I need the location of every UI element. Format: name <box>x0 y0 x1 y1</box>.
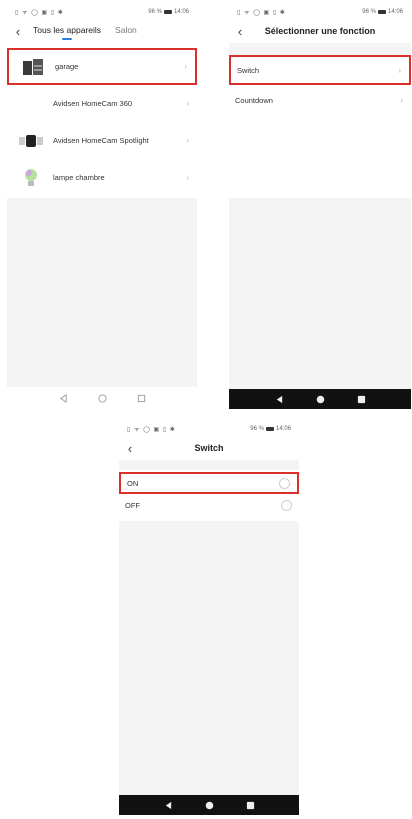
battery-icon <box>377 9 386 14</box>
function-row-countdown[interactable]: Countdown › <box>229 85 411 115</box>
system-nav-bar <box>229 389 411 409</box>
header: ‹ Switch <box>119 436 299 460</box>
option-row-off[interactable]: OFF <box>119 494 299 516</box>
option-row-on[interactable]: ON <box>119 472 299 494</box>
header: ‹ Sélectionner une fonction <box>229 19 411 43</box>
device-row-homecam-spotlight[interactable]: Avidsen HomeCam Spotlight › <box>7 122 197 159</box>
nav-recents-icon[interactable] <box>357 395 366 404</box>
switch-screen: ▯ ᯤ ◯ ▣ ▯ ✱ 96 % 14:06 ‹ Switch ON OFF <box>119 421 299 815</box>
option-name: OFF <box>125 500 140 510</box>
device-row-garage[interactable]: garage › <box>7 48 197 85</box>
option-name: ON <box>127 478 139 488</box>
function-row-switch[interactable]: Switch › <box>229 55 411 85</box>
battery-icon <box>163 9 172 14</box>
chevron-right-icon: › <box>186 173 189 182</box>
empty-area <box>229 198 411 389</box>
spacer <box>229 43 411 55</box>
chevron-right-icon: › <box>184 62 187 71</box>
tab-bar: Tous les appareils Salon <box>33 25 137 40</box>
nav-recents-icon[interactable] <box>246 801 255 810</box>
status-icons: ▯ ᯤ ◯ ▣ ▯ ✱ <box>127 426 176 433</box>
radio-button[interactable] <box>279 477 290 489</box>
chevron-right-icon: › <box>400 95 403 105</box>
device-name: garage <box>55 62 79 71</box>
nav-back-icon[interactable] <box>164 801 173 810</box>
nav-back-icon[interactable] <box>275 395 284 404</box>
status-icons: ▯ ᯤ ◯ ▣ ▯ ✱ <box>15 9 64 16</box>
status-bar: ▯ ᯤ ◯ ▣ ▯ ✱ 96 % 14:06 <box>229 4 411 19</box>
back-arrow-icon[interactable]: ‹ <box>229 24 251 39</box>
chevron-right-icon: › <box>186 99 189 108</box>
status-icons: ▯ ᯤ ◯ ▣ ▯ ✱ <box>237 9 286 16</box>
back-arrow-icon[interactable]: ‹ <box>7 24 29 39</box>
page-title: Switch <box>194 443 224 453</box>
radio-button[interactable] <box>281 499 292 511</box>
device-name: Avidsen HomeCam Spotlight <box>53 136 149 145</box>
select-function-screen: ▯ ᯤ ◯ ▣ ▯ ✱ 96 % 14:06 ‹ Sélectionner un… <box>229 4 411 409</box>
system-nav-bar <box>7 387 197 409</box>
chevron-right-icon: › <box>186 136 189 145</box>
empty-area <box>119 521 299 795</box>
clock: 14:06 <box>275 425 291 432</box>
nav-recents-icon[interactable] <box>137 394 146 403</box>
lightbulb-icon <box>19 166 43 190</box>
clock: 14:06 <box>173 8 189 15</box>
clock: 14:06 <box>387 8 403 15</box>
nav-home-icon[interactable] <box>97 393 107 403</box>
status-bar: ▯ ᯤ ◯ ▣ ▯ ✱ 96 % 14:06 <box>7 4 197 19</box>
function-name: Switch <box>237 65 260 75</box>
header: ‹ Tous les appareils Salon <box>7 19 197 43</box>
empty-area <box>7 198 197 387</box>
system-nav-bar <box>119 795 299 815</box>
chevron-right-icon: › <box>398 65 401 75</box>
tab-all-devices[interactable]: Tous les appareils <box>33 25 101 40</box>
status-bar: ▯ ᯤ ◯ ▣ ▯ ✱ 96 % 14:06 <box>119 421 299 436</box>
battery-percent: 96 % <box>250 425 264 432</box>
device-row-lampe-chambre[interactable]: lampe chambre › <box>7 159 197 196</box>
battery-percent: 96 % <box>362 8 376 15</box>
function-list: Switch › Countdown › <box>229 55 411 115</box>
device-row-homecam-360[interactable]: Avidsen HomeCam 360 › <box>7 85 197 122</box>
devices-screen: ▯ ᯤ ◯ ▣ ▯ ✱ 96 % 14:06 ‹ Tous les appare… <box>7 4 197 409</box>
page-title: Sélectionner une fonction <box>264 26 376 36</box>
battery-percent: 96 % <box>148 8 162 15</box>
device-list: garage › Avidsen HomeCam 360 › Avidsen H… <box>7 48 197 196</box>
function-name: Countdown <box>235 95 273 105</box>
nav-back-icon[interactable] <box>59 393 68 403</box>
nav-home-icon[interactable] <box>316 395 325 404</box>
nav-home-icon[interactable] <box>205 801 214 810</box>
spacer <box>119 460 299 470</box>
device-name: Avidsen HomeCam 360 <box>53 99 133 108</box>
tab-salon[interactable]: Salon <box>115 25 137 38</box>
device-name: lampe chambre <box>53 173 105 182</box>
option-list: ON OFF <box>119 472 299 516</box>
camera-spotlight-icon <box>19 129 43 153</box>
back-arrow-icon[interactable]: ‹ <box>119 441 141 456</box>
battery-icon <box>265 426 274 431</box>
garage-door-icon <box>21 55 45 79</box>
